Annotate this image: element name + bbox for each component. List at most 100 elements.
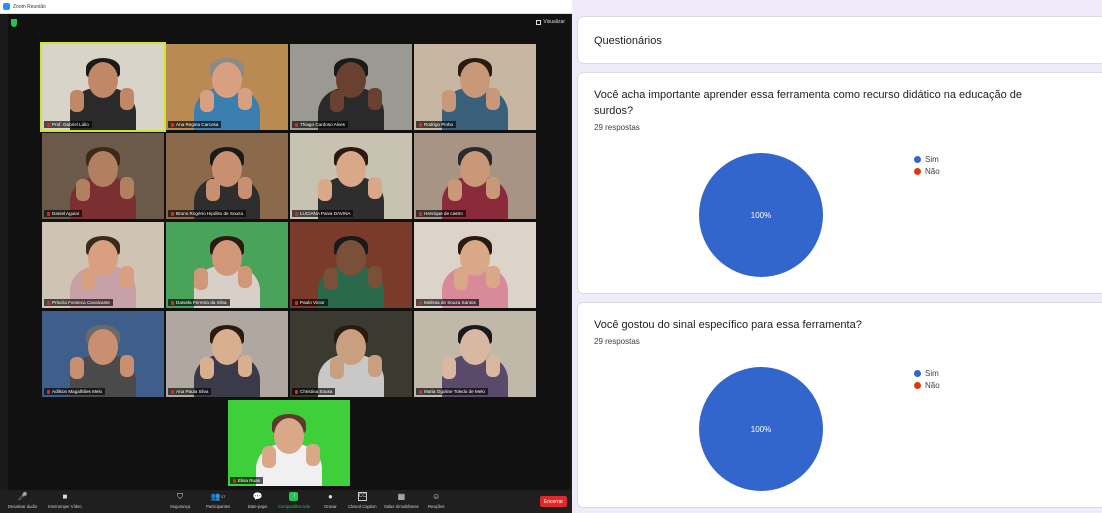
- signing-hand: [368, 177, 382, 199]
- signing-hand: [76, 179, 90, 201]
- participant-name-tag: Bruno Rogério Hipólito de Souza: [168, 210, 246, 217]
- video-tile[interactable]: Priscila Fonseca Cavalcante: [42, 222, 164, 308]
- legend-item[interactable]: Sim: [914, 153, 940, 165]
- signing-hand: [206, 179, 220, 201]
- reactions-button[interactable]: ☺ Reações: [428, 492, 445, 509]
- participant-name: Thiago Cardoso Alves: [300, 122, 345, 127]
- participant-name: Christina Sousa: [300, 389, 333, 394]
- window-title: Zoom Reunião: [13, 3, 46, 10]
- video-tile[interactable]: Prof. Gabriel Lúlio: [40, 42, 166, 132]
- signing-hand: [238, 177, 252, 199]
- signing-hand: [120, 177, 134, 199]
- participant-name-tag: Daniela Ferreira da Silva: [168, 299, 230, 306]
- closed-caption-button[interactable]: CC Closed Caption: [348, 492, 377, 509]
- participants-label: Participantes: [206, 504, 231, 509]
- reaction-smile-icon: ☺: [432, 492, 441, 501]
- signing-hand: [454, 268, 468, 290]
- signing-hand: [238, 355, 252, 377]
- video-tile[interactable]: Ana Paula Silva: [166, 311, 288, 397]
- grid-view-icon: [536, 19, 542, 25]
- participant-name: Prof. Gabriel Lúlio: [52, 122, 89, 127]
- legend-item[interactable]: Não: [914, 165, 940, 177]
- signing-hand: [238, 266, 252, 288]
- video-tile[interactable]: Daniel Aguiar: [42, 133, 164, 219]
- video-tile[interactable]: LUCIANA Paiva DAVINA: [290, 133, 412, 219]
- response-count: 29 respostas: [594, 337, 640, 346]
- participant-face: [88, 62, 118, 98]
- response-count: 29 respostas: [594, 123, 640, 132]
- participant-name: Adilson Magalhães Melo: [52, 389, 103, 394]
- meeting-toolbar: 🎤 Desativar áudio ■ Interromper Vídeo ⛉ …: [0, 490, 572, 513]
- signing-hand: [238, 88, 252, 110]
- video-tile[interactable]: Adilson Magalhães Melo: [42, 311, 164, 397]
- encryption-shield-icon[interactable]: [11, 19, 17, 27]
- participant-name: Ana Regina Carcosa: [176, 122, 219, 127]
- participant-name-tag: LUCIANA Paiva DAVINA: [292, 210, 354, 217]
- participant-name: Elisa Ruas: [238, 478, 260, 483]
- zoom-logo-icon: [3, 3, 10, 10]
- video-tile[interactable]: Ana Regina Carcosa: [166, 44, 288, 130]
- pie-chart: 100%: [699, 367, 823, 491]
- record-button[interactable]: ● Gravar: [324, 492, 337, 509]
- participant-name: Paulo Victor: [300, 300, 325, 305]
- participant-face: [274, 418, 304, 454]
- video-tile[interactable]: Maria Ogoline Toledo de Melo: [414, 311, 536, 397]
- pie-slice-label: 100%: [751, 425, 771, 434]
- video-tile[interactable]: Paulo Victor: [290, 222, 412, 308]
- participant-face: [88, 329, 118, 365]
- participant-name-tag: Elisa Ruas: [230, 477, 263, 484]
- view-button[interactable]: Visualizar: [536, 19, 565, 25]
- video-tile[interactable]: Henrique de castro: [414, 133, 536, 219]
- participant-name-tag: Rodrigo Pinho: [416, 121, 457, 128]
- video-tile[interactable]: Thiago Cardoso Alves: [290, 44, 412, 130]
- stop-video-label: Interromper Vídeo: [48, 504, 82, 509]
- signing-hand: [120, 88, 134, 110]
- signing-hand: [442, 90, 456, 112]
- participant-name: Rodrigo Pinho: [424, 122, 454, 127]
- video-tile[interactable]: Bruno Rogério Hipólito de Souza: [166, 133, 288, 219]
- muted-mic-icon: [419, 389, 422, 394]
- signing-hand: [200, 90, 214, 112]
- video-tile[interactable]: Daniela Ferreira da Silva: [166, 222, 288, 308]
- signing-hand: [368, 88, 382, 110]
- record-label: Gravar: [324, 504, 337, 509]
- forms-title: Questionários: [594, 35, 662, 47]
- breakout-rooms-button[interactable]: ▦ Salas Simultâneas: [384, 492, 419, 509]
- participant-name: Daniel Aguiar: [52, 211, 80, 216]
- share-screen-button[interactable]: ↑ Compartilhar tela: [278, 492, 310, 509]
- video-tile[interactable]: Christina Sousa: [290, 311, 412, 397]
- stop-video-button[interactable]: ■ Interromper Vídeo: [48, 492, 82, 509]
- participant-name-tag: Paulo Victor: [292, 299, 328, 306]
- legend-label: Não: [925, 166, 940, 176]
- muted-mic-icon: [47, 389, 50, 394]
- share-screen-label: Compartilhar tela: [278, 504, 310, 509]
- muted-mic-icon: [419, 122, 422, 127]
- muted-mic-icon: [171, 211, 174, 216]
- chat-button[interactable]: 💬 Bate-papo: [248, 492, 267, 509]
- mute-audio-button[interactable]: 🎤 Desativar áudio: [8, 492, 37, 509]
- signing-hand: [486, 355, 500, 377]
- legend-swatch: [914, 369, 921, 377]
- signing-hand: [306, 444, 320, 466]
- question-card: Você acha importante aprender essa ferra…: [577, 72, 1102, 294]
- signing-hand: [194, 268, 208, 290]
- legend-item[interactable]: Não: [914, 379, 940, 391]
- video-tile[interactable]: Elisa Ruas: [228, 400, 350, 486]
- security-button[interactable]: ⛉ Segurança: [170, 492, 190, 509]
- muted-mic-icon: [295, 122, 298, 127]
- legend-item[interactable]: Sim: [914, 367, 940, 379]
- mute-audio-label: Desativar áudio: [8, 504, 38, 509]
- participant-name-tag: Daniel Aguiar: [44, 210, 83, 217]
- zoom-titlebar: Zoom Reunião: [0, 0, 572, 14]
- signing-hand: [70, 357, 84, 379]
- participant-face: [336, 151, 366, 187]
- breakout-rooms-label: Salas Simultâneas: [384, 504, 419, 509]
- video-tile[interactable]: Rodrigo Pinho: [414, 44, 536, 130]
- shield-icon: ⛉: [177, 492, 184, 501]
- participants-button[interactable]: 👥 17 Participantes: [206, 492, 230, 509]
- legend-label: Não: [925, 380, 940, 390]
- end-meeting-button[interactable]: Encerrar: [540, 496, 567, 507]
- video-tile[interactable]: Melissa de Souza Santos: [414, 222, 536, 308]
- security-label: Segurança: [170, 504, 191, 509]
- question-card: Você gostou do sinal específico para ess…: [577, 302, 1102, 508]
